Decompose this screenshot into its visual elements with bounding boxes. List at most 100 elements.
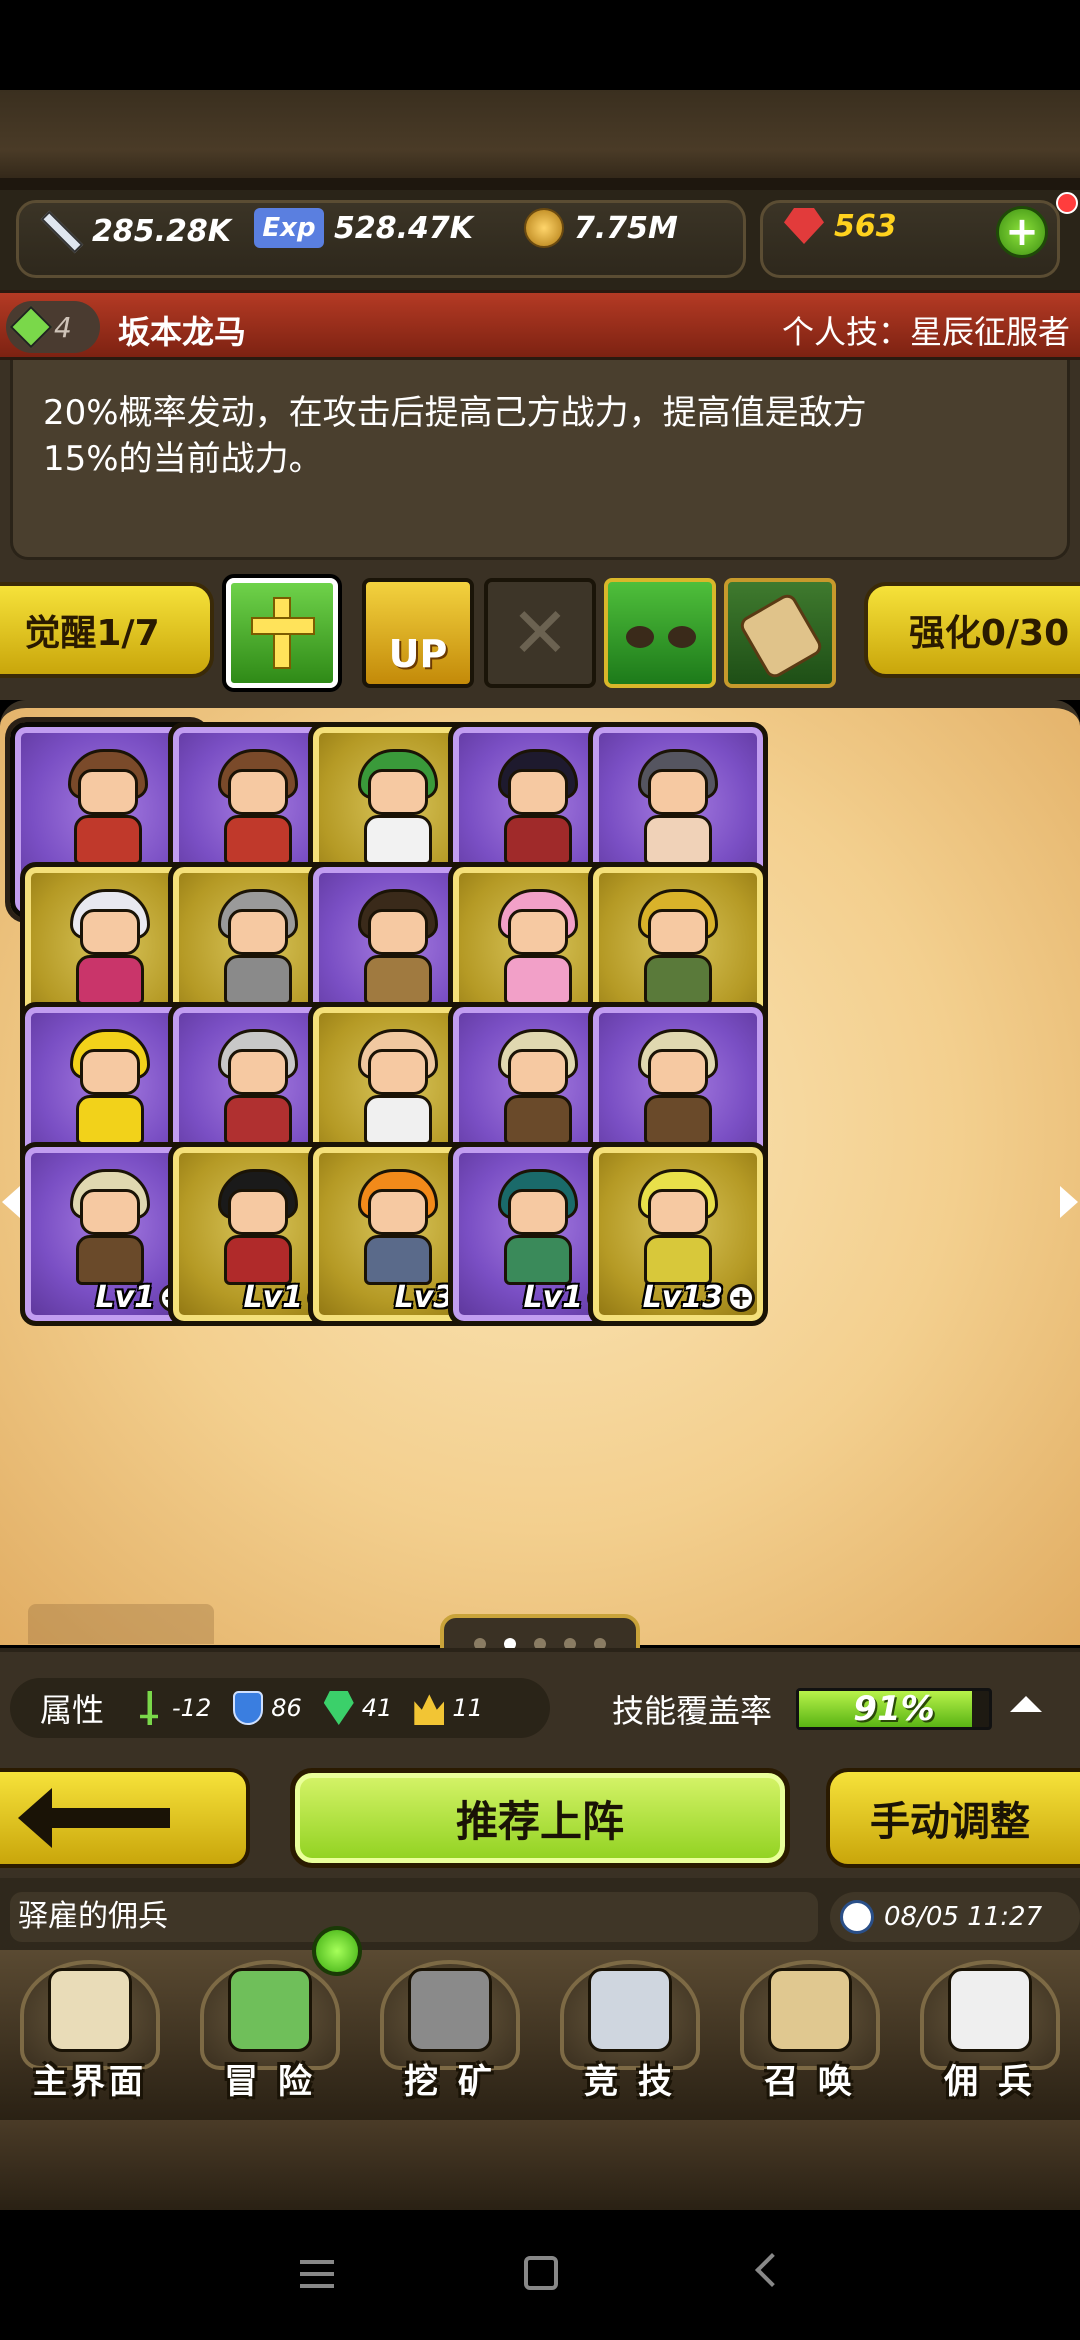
hero-body <box>504 815 572 865</box>
next-page-arrow-icon[interactable] <box>1060 1186 1078 1218</box>
tab-skill-tree[interactable] <box>226 578 338 688</box>
skill-description-panel: 20%概率发动，在攻击后提高己方战力，提高值是敌方 15%的当前战力。 <box>0 360 1080 578</box>
nav-label: 主界面 <box>33 2062 147 2102</box>
enhance-button[interactable]: 强化0/30 <box>864 582 1080 678</box>
hero-face <box>648 769 708 815</box>
attr-shield: 86 <box>233 1691 302 1725</box>
hero-level-text: Lv1 <box>95 1280 155 1315</box>
up-crown-icon: UP <box>388 632 448 676</box>
attr-crown-value: 11 <box>452 1694 483 1722</box>
hero-portrait-icon <box>62 1169 158 1289</box>
hero-grid: Lv1+Lv1+Lv1+Lv1+Lv1+Lv21+Lv18+Lv1+Lv19★L… <box>0 700 1080 1645</box>
hero-body <box>504 955 572 1005</box>
tab-glasses[interactable] <box>604 578 716 688</box>
tent-icon <box>948 1968 1032 2052</box>
back-icon[interactable] <box>755 2253 789 2287</box>
hero-face <box>368 1189 428 1235</box>
gem-icon <box>323 1691 354 1725</box>
recommend-button[interactable]: 推荐上阵 <box>290 1768 790 1868</box>
attribute-bar: 属性 -12 86 41 11 技能覆盖率 91% <box>0 1648 1080 1760</box>
hero-face <box>78 769 138 815</box>
exp-icon: Exp <box>254 208 324 248</box>
hero-portrait-icon <box>630 889 726 1009</box>
hero-face <box>508 909 568 955</box>
bottom-nav: 主界面 冒 险 挖 矿 竞 技 召 唤 佣 兵 <box>0 1950 1080 2120</box>
home-icon[interactable] <box>524 2256 558 2290</box>
attr-gem-value: 41 <box>361 1694 393 1722</box>
gem-resource: 563 <box>784 208 897 244</box>
sword-icon <box>36 208 82 254</box>
hero-body <box>644 1095 712 1145</box>
close-icon: ✕ <box>510 592 570 674</box>
hero-body <box>504 1235 572 1285</box>
attr-crown: 11 <box>414 1691 483 1725</box>
back-arrow-icon <box>18 1788 170 1848</box>
prev-page-arrow-icon[interactable] <box>2 1186 20 1218</box>
exp-resource: Exp 528.47K <box>254 208 473 248</box>
hero-body <box>224 1095 292 1145</box>
hero-body <box>644 955 712 1005</box>
news-bar: 驿雇的佣兵 08/05 11:27 <box>0 1878 1080 1950</box>
nav-item[interactable]: 竞 技 <box>540 1950 720 2110</box>
add-gems-button[interactable]: + <box>996 206 1048 258</box>
adventure-notification-dot <box>312 1926 362 1976</box>
attribute-label: 属性 <box>40 1691 105 1729</box>
gold-resource: 7.75M <box>524 208 678 248</box>
hero-portrait-icon <box>62 1029 158 1149</box>
gem-value: 563 <box>834 208 897 244</box>
notification-dot <box>1056 192 1078 214</box>
hero-face <box>648 1189 708 1235</box>
summon-scroll-icon <box>768 1968 852 2052</box>
hero-body <box>644 815 712 865</box>
attr-gem: 41 <box>323 1691 393 1725</box>
hero-body <box>364 1235 432 1285</box>
tab-upgrade[interactable]: UP <box>362 578 474 688</box>
nav-item[interactable]: 佣 兵 <box>900 1950 1080 2110</box>
ruby-icon <box>784 208 824 244</box>
expand-up-icon[interactable] <box>1010 1696 1042 1712</box>
manual-adjust-button[interactable]: 手动调整 <box>826 1768 1080 1868</box>
hero-face <box>80 909 140 955</box>
top-background <box>0 90 1080 190</box>
hero-level-text: Lv1 <box>243 1280 303 1315</box>
plus-badge-icon[interactable]: + <box>727 1283 755 1312</box>
coverage-label: 技能覆盖率 <box>612 1692 773 1730</box>
coverage-bar: 91% <box>796 1688 992 1730</box>
hero-portrait-icon <box>350 1169 446 1289</box>
tab-locked[interactable]: ✕ <box>484 578 596 688</box>
nav-item[interactable]: 主界面 <box>0 1950 180 2110</box>
tab-scroll[interactable] <box>724 578 836 688</box>
crown-icon <box>414 1694 445 1725</box>
grid-shelf <box>28 1604 214 1644</box>
shield-icon <box>233 1691 264 1725</box>
hero-body <box>76 1235 144 1285</box>
hero-face <box>368 1049 428 1095</box>
hero-face <box>80 1189 140 1235</box>
menu-icon[interactable] <box>300 2260 334 2288</box>
island-icon <box>228 1968 312 2052</box>
awaken-button[interactable]: 觉醒1/7 <box>0 582 214 678</box>
nav-label: 竞 技 <box>584 2062 676 2102</box>
nav-label: 佣 兵 <box>944 2062 1036 2102</box>
hero-portrait-icon <box>62 889 158 1009</box>
hero-face <box>228 909 288 955</box>
bottom-background <box>0 2120 1080 2210</box>
hero-portrait-icon <box>630 1029 726 1149</box>
hero-card[interactable]: Lv13 + <box>588 1142 768 1326</box>
hero-portrait-icon <box>490 749 586 869</box>
clock: 08/05 11:27 <box>830 1892 1080 1942</box>
hero-body <box>224 955 292 1005</box>
attr-sword: -12 <box>134 1691 211 1725</box>
hero-body <box>504 1095 572 1145</box>
nav-item[interactable]: 挖 矿 <box>360 1950 540 2110</box>
nav-item[interactable]: 召 唤 <box>720 1950 900 2110</box>
skill-desc-line-2: 15%的当前战力。 <box>43 439 323 479</box>
attack-resource: 285.28K <box>36 208 231 254</box>
nav-label: 召 唤 <box>764 2062 856 2102</box>
hero-face <box>368 909 428 955</box>
back-button[interactable] <box>0 1768 250 1868</box>
hero-face <box>648 909 708 955</box>
hero-face <box>508 1189 568 1235</box>
hero-face <box>508 769 568 815</box>
clock-time: 08/05 11:27 <box>884 1902 1043 1932</box>
